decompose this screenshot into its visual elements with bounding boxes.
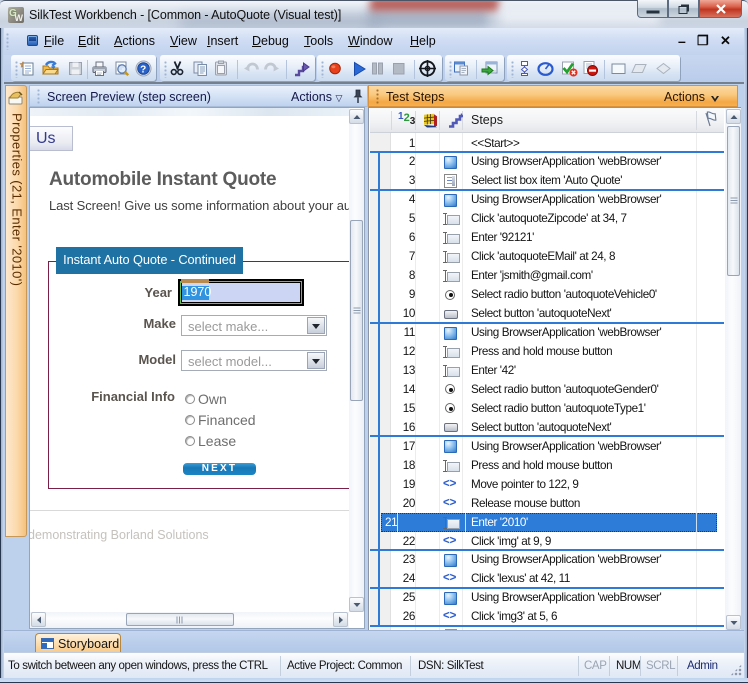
svg-text:?: ? [140, 64, 146, 75]
